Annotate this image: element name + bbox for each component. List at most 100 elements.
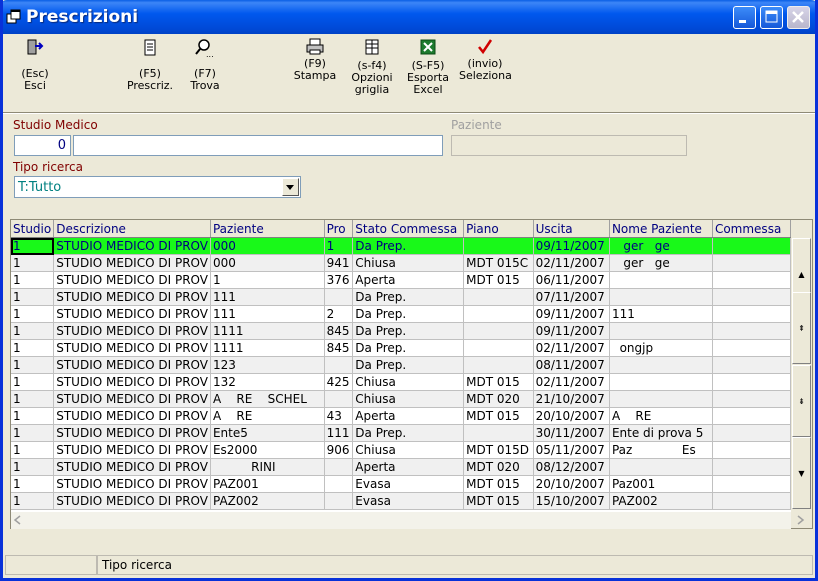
table-cell[interactable]: 1 bbox=[11, 390, 55, 408]
table-cell[interactable]: 111 bbox=[210, 305, 325, 323]
table-cell[interactable] bbox=[324, 356, 354, 374]
trova-button[interactable]: ... (F7) Trova bbox=[185, 38, 225, 92]
table-cell[interactable]: 941 bbox=[324, 254, 354, 272]
table-cell[interactable]: 02/11/2007 bbox=[533, 373, 610, 391]
table-cell[interactable] bbox=[324, 492, 354, 510]
table-cell[interactable]: STUDIO MEDICO DI PROV bbox=[53, 339, 211, 357]
table-cell[interactable]: Aperta bbox=[352, 458, 465, 476]
table-cell[interactable]: PAZ001 bbox=[210, 475, 325, 493]
table-cell[interactable]: A RE bbox=[609, 407, 713, 425]
table-cell[interactable] bbox=[712, 237, 791, 255]
studio-name-input[interactable] bbox=[73, 135, 443, 156]
table-row[interactable]: 1 STUDIO MEDICO DI PROV RINI Aperta MDT 020… bbox=[11, 458, 791, 476]
table-cell[interactable] bbox=[712, 407, 791, 425]
table-cell[interactable]: 1 bbox=[11, 441, 55, 459]
excel-button[interactable]: (S-F5) Esporta Excel bbox=[406, 38, 450, 96]
table-cell[interactable]: 20/10/2007 bbox=[533, 407, 610, 425]
table-cell[interactable] bbox=[609, 322, 713, 340]
table-cell[interactable]: MDT 015 bbox=[463, 407, 534, 425]
table-cell[interactable]: STUDIO MEDICO DI PROV bbox=[53, 441, 211, 459]
table-cell[interactable] bbox=[712, 441, 791, 459]
table-cell[interactable]: 1 bbox=[11, 254, 55, 272]
table-row[interactable]: 1 STUDIO MEDICO DI PROV A RE 43 Aperta MDT 01… bbox=[11, 407, 791, 425]
table-cell[interactable] bbox=[712, 305, 791, 323]
table-cell[interactable]: Da Prep. bbox=[352, 305, 465, 323]
table-cell[interactable] bbox=[463, 424, 534, 442]
table-cell[interactable]: 132 bbox=[210, 373, 325, 391]
table-cell[interactable]: Da Prep. bbox=[352, 424, 465, 442]
table-cell[interactable]: 000 bbox=[210, 254, 325, 272]
table-row[interactable]: 1 STUDIO MEDICO DI PROV Ente5 111 Da Prep. 30… bbox=[11, 424, 791, 442]
table-cell[interactable] bbox=[712, 356, 791, 374]
table-cell[interactable]: A RE bbox=[210, 407, 325, 425]
column-header[interactable]: Studio bbox=[11, 220, 55, 238]
table-cell[interactable]: PAZ002 bbox=[609, 492, 713, 510]
table-cell[interactable]: 1 bbox=[11, 407, 55, 425]
table-cell[interactable]: MDT 015C bbox=[463, 254, 534, 272]
table-cell[interactable]: Aperta bbox=[352, 271, 465, 289]
table-cell[interactable]: 09/11/2007 bbox=[533, 305, 610, 323]
table-cell[interactable]: 2 bbox=[324, 305, 354, 323]
table-cell[interactable]: 20/10/2007 bbox=[533, 475, 610, 493]
table-cell[interactable]: 845 bbox=[324, 322, 354, 340]
table-cell[interactable]: 1 bbox=[11, 339, 55, 357]
table-cell[interactable]: 111 bbox=[324, 424, 354, 442]
table-cell[interactable] bbox=[712, 492, 791, 510]
table-cell[interactable]: 21/10/2007 bbox=[533, 390, 610, 408]
table-cell[interactable]: STUDIO MEDICO DI PROV bbox=[53, 390, 211, 408]
exit-button[interactable]: (Esc) Esci bbox=[17, 38, 53, 92]
studio-code-input[interactable]: 0 bbox=[14, 135, 71, 156]
tipo-ricerca-select[interactable]: T:Tutto bbox=[14, 176, 301, 198]
table-cell[interactable]: 02/11/2007 bbox=[533, 254, 610, 272]
table-cell[interactable]: A RE SCHEL bbox=[210, 390, 325, 408]
table-cell[interactable]: 02/11/2007 bbox=[533, 339, 610, 357]
minimize-button[interactable] bbox=[733, 6, 756, 29]
table-cell[interactable]: Da Prep. bbox=[352, 237, 465, 255]
table-cell[interactable] bbox=[463, 356, 534, 374]
table-cell[interactable]: Aperta bbox=[352, 407, 465, 425]
table-cell[interactable]: 1 bbox=[11, 288, 55, 306]
seleziona-button[interactable]: (invio) Seleziona bbox=[459, 38, 512, 82]
table-cell[interactable]: 906 bbox=[324, 441, 354, 459]
table-cell[interactable]: 09/11/2007 bbox=[533, 322, 610, 340]
table-cell[interactable]: 1 bbox=[324, 237, 354, 255]
table-cell[interactable]: 1 bbox=[11, 271, 55, 289]
table-row[interactable]: 1 STUDIO MEDICO DI PROV PAZ002 Evasa MDT 015… bbox=[11, 492, 791, 510]
table-cell[interactable]: STUDIO MEDICO DI PROV bbox=[53, 322, 211, 340]
table-cell[interactable] bbox=[463, 288, 534, 306]
table-row[interactable]: 1 STUDIO MEDICO DI PROV 1 376 Aperta MDT 015 0… bbox=[11, 271, 791, 289]
table-cell[interactable]: STUDIO MEDICO DI PROV bbox=[53, 373, 211, 391]
table-cell[interactable]: MDT 020 bbox=[463, 390, 534, 408]
table-cell[interactable] bbox=[609, 356, 713, 374]
table-cell[interactable]: Chiusa bbox=[352, 373, 465, 391]
table-cell[interactable]: 111 bbox=[609, 305, 713, 323]
table-cell[interactable]: STUDIO MEDICO DI PROV bbox=[53, 492, 211, 510]
table-cell[interactable]: 1 bbox=[11, 492, 55, 510]
table-cell[interactable]: 1 bbox=[11, 424, 55, 442]
table-cell[interactable]: 1 bbox=[11, 356, 55, 374]
table-cell[interactable] bbox=[712, 254, 791, 272]
table-cell[interactable] bbox=[463, 305, 534, 323]
table-cell[interactable] bbox=[609, 373, 713, 391]
column-header[interactable]: Piano bbox=[463, 220, 534, 238]
table-cell[interactable]: STUDIO MEDICO DI PROV bbox=[53, 237, 211, 255]
table-cell[interactable]: 111 bbox=[210, 288, 325, 306]
grid-options-button[interactable]: (s-f4) Opzioni griglia bbox=[350, 38, 394, 96]
table-cell[interactable]: STUDIO MEDICO DI PROV bbox=[53, 254, 211, 272]
table-cell[interactable]: MDT 015 bbox=[463, 373, 534, 391]
table-cell[interactable]: Evasa bbox=[352, 475, 465, 493]
prescriz-button[interactable]: (F5) Prescriz. bbox=[125, 38, 175, 92]
table-row[interactable]: 1 STUDIO MEDICO DI PROV 132 425 Chiusa MDT 01… bbox=[11, 373, 791, 391]
table-cell[interactable]: Chiusa bbox=[352, 254, 465, 272]
table-row[interactable]: 1 STUDIO MEDICO DI PROV 000 1 Da Prep. 09/11/… bbox=[11, 237, 791, 255]
table-cell[interactable]: ger ge bbox=[609, 237, 713, 255]
table-cell[interactable]: 845 bbox=[324, 339, 354, 357]
column-header[interactable]: Stato Commessa bbox=[352, 220, 465, 238]
table-cell[interactable]: 425 bbox=[324, 373, 354, 391]
table-cell[interactable]: MDT 015 bbox=[463, 271, 534, 289]
column-header[interactable]: Paziente bbox=[210, 220, 325, 238]
table-row[interactable]: 1 STUDIO MEDICO DI PROV 111 Da Prep. 07/11/2… bbox=[11, 288, 791, 306]
table-cell[interactable]: 1 bbox=[210, 271, 325, 289]
table-cell[interactable] bbox=[463, 339, 534, 357]
table-cell[interactable]: Evasa bbox=[352, 492, 465, 510]
